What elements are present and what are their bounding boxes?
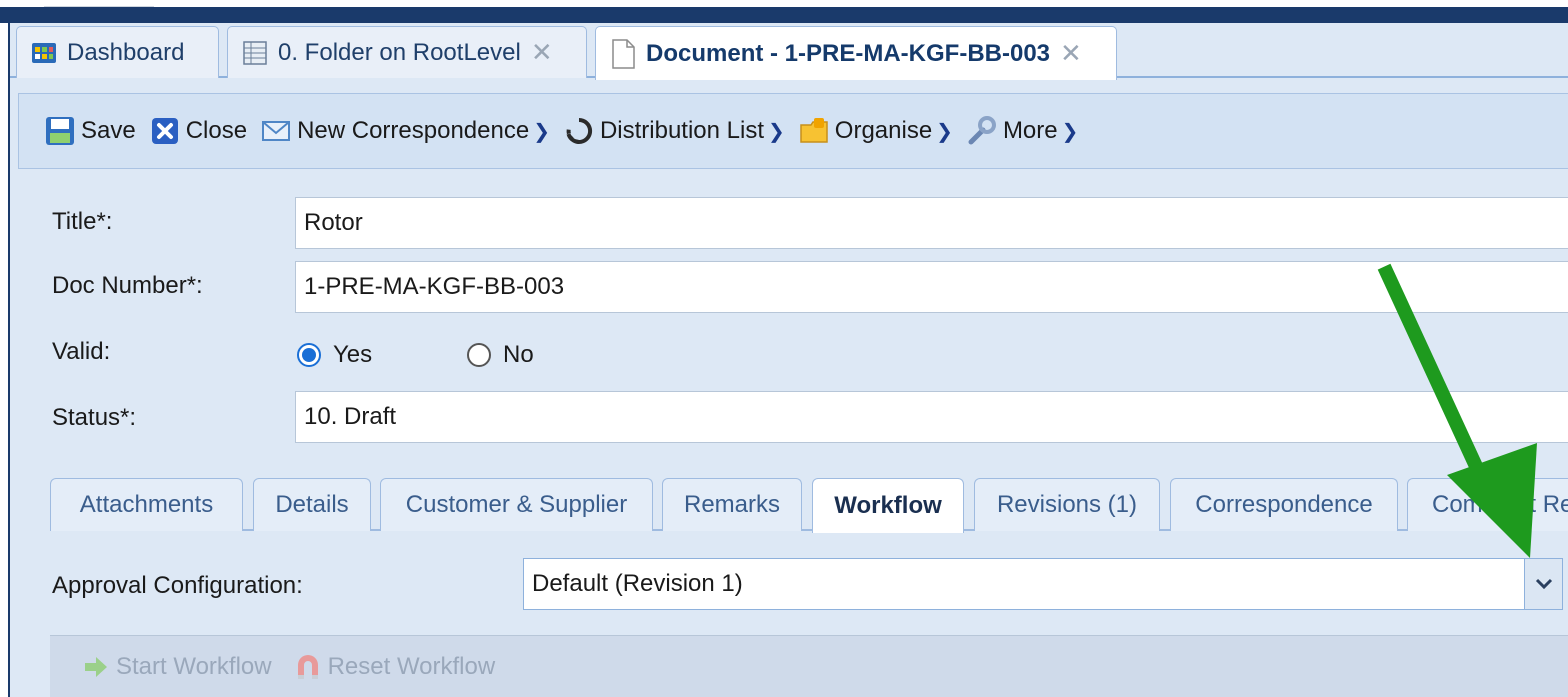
valid-no-label: No — [503, 341, 534, 368]
chevron-down-icon: ❯ — [533, 120, 550, 143]
more-button[interactable]: More ❯ — [967, 116, 1078, 146]
app-header-bar — [0, 7, 1568, 23]
new-correspondence-label: New Correspondence — [297, 117, 530, 144]
title-label: Title*: — [52, 208, 113, 235]
workflow-action-bar: Start Workflow Reset Workflow — [50, 635, 1568, 697]
envelope-icon — [262, 121, 291, 141]
close-label: Close — [185, 117, 248, 144]
dropdown-trigger[interactable] — [1524, 559, 1562, 609]
distribution-list-button[interactable]: Distribution List ❯ — [564, 116, 785, 146]
reset-workflow-button[interactable]: Reset Workflow — [294, 652, 496, 681]
chevron-down-icon: ❯ — [768, 120, 785, 143]
approval-configuration-label: Approval Configuration: — [52, 572, 303, 599]
radio-unselected-icon[interactable] — [467, 343, 491, 367]
chevron-down-icon — [1535, 578, 1552, 590]
tab-customer-supplier[interactable]: Customer & Supplier — [380, 478, 653, 531]
tab-workflow[interactable]: Workflow — [812, 478, 964, 533]
approval-configuration-value: Default (Revision 1) — [532, 570, 743, 597]
title-field[interactable]: Rotor — [295, 197, 1568, 249]
doc-number-field[interactable]: 1-PRE-MA-KGF-BB-003 — [295, 261, 1568, 313]
save-icon — [46, 117, 74, 145]
organise-label: Organise — [834, 117, 933, 144]
status-label: Status*: — [52, 404, 137, 431]
start-workflow-label: Start Workflow — [116, 652, 272, 680]
tab-document-active[interactable]: Document - 1-PRE-MA-KGF-BB-003 ✕ — [595, 26, 1117, 80]
status-field[interactable]: 10. Draft — [295, 391, 1568, 443]
chevron-down-icon: ❯ — [936, 120, 953, 143]
tab-correspondence[interactable]: Correspondence — [1170, 478, 1398, 531]
close-icon — [151, 118, 178, 144]
document-icon — [612, 38, 635, 69]
close-button[interactable]: Close — [150, 116, 247, 146]
document-toolbar: Save Close New Correspondence ❯ Distribu… — [18, 93, 1568, 169]
dashboard-icon — [32, 42, 56, 63]
valid-no-radio[interactable]: No — [467, 341, 534, 369]
tab-revisions[interactable]: Revisions (1) — [974, 478, 1160, 531]
wrench-icon — [968, 116, 996, 145]
valid-label: Valid: — [52, 338, 111, 365]
save-label: Save — [81, 117, 136, 144]
document-tab-strip: Dashboard 0. Folder on RootLevel ✕ Docum… — [10, 23, 1568, 80]
tab-folder-label: 0. Folder on RootLevel — [278, 38, 521, 66]
refresh-icon — [566, 117, 592, 144]
new-correspondence-button[interactable]: New Correspondence ❯ — [261, 116, 550, 146]
reset-workflow-label: Reset Workflow — [327, 652, 496, 680]
distribution-list-label: Distribution List — [599, 117, 765, 144]
tab-details[interactable]: Details — [253, 478, 371, 531]
tab-dashboard[interactable]: Dashboard — [16, 26, 219, 78]
chevron-down-icon: ❯ — [1061, 120, 1079, 143]
tab-comment-review[interactable]: Comment Re — [1407, 478, 1568, 531]
tab-folder-rootlevel[interactable]: 0. Folder on RootLevel ✕ — [227, 26, 587, 78]
approval-configuration-select[interactable]: Default (Revision 1) — [523, 558, 1563, 610]
folder-grid-icon — [243, 40, 267, 65]
valid-yes-radio[interactable]: Yes — [297, 341, 372, 369]
tab-document-label: Document - 1-PRE-MA-KGF-BB-003 — [646, 39, 1051, 67]
arrow-right-icon — [85, 656, 107, 677]
start-workflow-button[interactable]: Start Workflow — [82, 653, 272, 681]
left-frame — [0, 23, 10, 697]
organise-button[interactable]: Organise ❯ — [799, 116, 953, 146]
close-tab-icon[interactable]: ✕ — [531, 37, 553, 68]
tab-dashboard-label: Dashboard — [67, 38, 185, 66]
magnet-icon — [297, 654, 318, 679]
window-top-band — [0, 0, 1568, 7]
doc-number-label: Doc Number*: — [52, 272, 203, 299]
folder-lock-icon — [800, 118, 828, 143]
tab-attachments[interactable]: Attachments — [50, 478, 243, 531]
save-button[interactable]: Save — [45, 116, 136, 146]
document-panel: Dashboard 0. Folder on RootLevel ✕ Docum… — [10, 23, 1568, 697]
valid-yes-label: Yes — [333, 341, 373, 368]
radio-selected-icon[interactable] — [297, 343, 321, 367]
more-label: More — [1002, 117, 1058, 144]
detail-tab-strip: Attachments Details Customer & Supplier … — [50, 478, 1568, 533]
tab-remarks[interactable]: Remarks — [662, 478, 802, 531]
window-corner — [44, 0, 154, 7]
close-tab-icon[interactable]: ✕ — [1060, 38, 1082, 69]
